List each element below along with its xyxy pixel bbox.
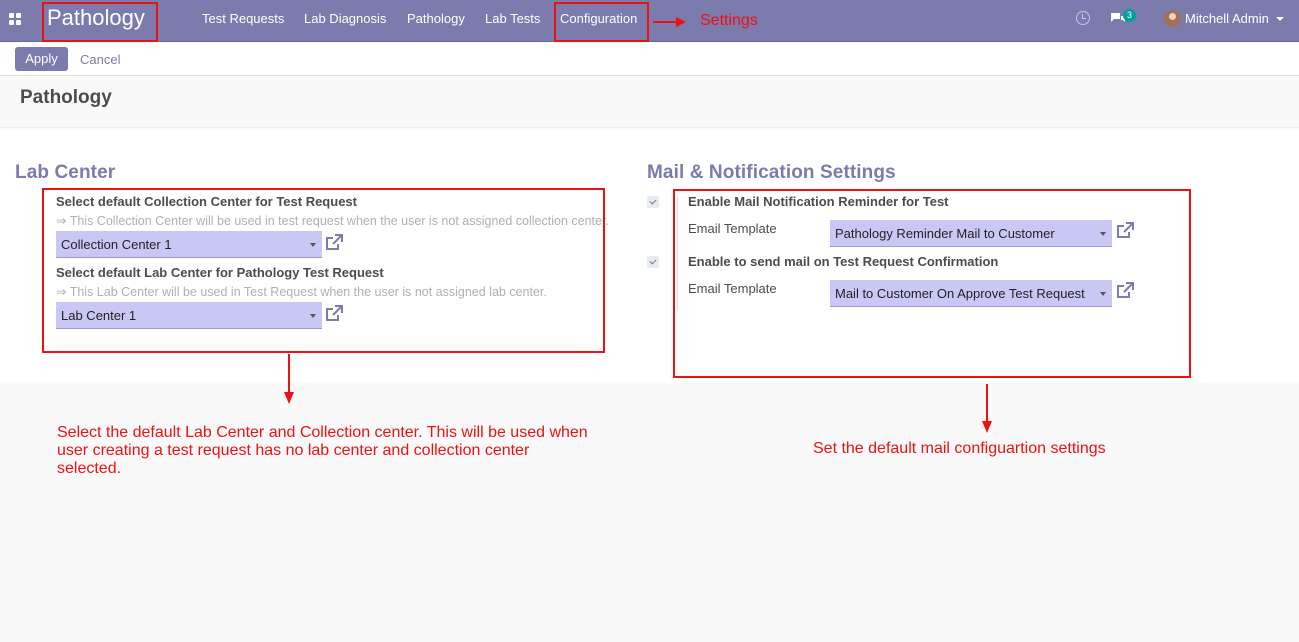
menu-lab-tests[interactable]: Lab Tests (485, 11, 540, 26)
annotation-box-brand (42, 2, 158, 42)
chat-count-badge: 3 (1123, 9, 1137, 22)
settings-app-header (0, 76, 1299, 128)
control-panel: Apply Cancel (0, 43, 1299, 76)
mail-section-title: Mail & Notification Settings (647, 162, 896, 183)
confirmation-checkbox[interactable] (647, 256, 659, 268)
annotation-box-mail (673, 189, 1191, 378)
menu-lab-diagnosis[interactable]: Lab Diagnosis (304, 11, 386, 26)
mail-annotation-text: Set the default mail configuartion setti… (813, 440, 1106, 457)
menu-pathology[interactable]: Pathology (407, 11, 465, 26)
user-menu-caret-icon[interactable] (1276, 17, 1284, 21)
lab-center-annotation-text: Select the default Lab Center and Collec… (57, 424, 588, 477)
cancel-button[interactable]: Cancel (80, 52, 120, 67)
top-navbar: Pathology Test Requests Lab Diagnosis Pa… (0, 0, 1299, 42)
lab-center-section-title: Lab Center (15, 162, 116, 183)
user-avatar[interactable] (1164, 10, 1181, 27)
settings-app-title: Pathology (20, 87, 112, 108)
settings-annotation-text: Settings (700, 12, 758, 29)
annotation-box-lab-center (42, 188, 605, 353)
reminder-checkbox[interactable] (647, 196, 659, 208)
user-menu[interactable]: Mitchell Admin (1185, 11, 1269, 26)
activity-clock-icon[interactable] (1076, 11, 1090, 25)
menu-test-requests[interactable]: Test Requests (202, 11, 284, 26)
apps-menu-icon[interactable] (9, 13, 22, 26)
annotation-box-configuration (554, 2, 649, 42)
apply-button[interactable]: Apply (15, 47, 68, 71)
